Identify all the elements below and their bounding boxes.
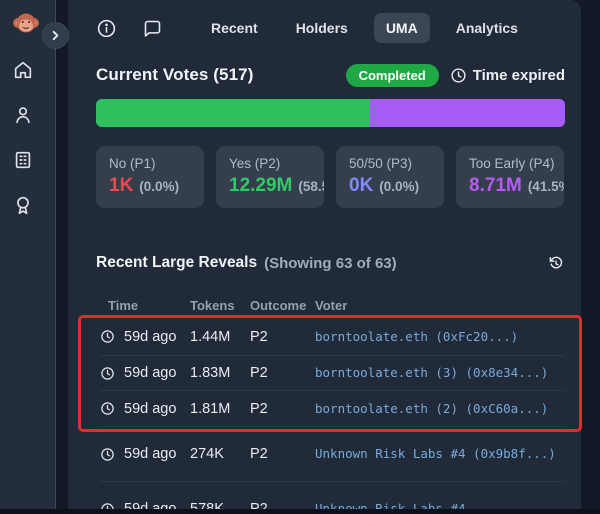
col-voter: Voter [315, 298, 565, 313]
card-value: 8.71M [469, 175, 522, 197]
main-panel: Recent Holders UMA Analytics Current Vot… [68, 0, 581, 509]
card-percent: (41.5%) [528, 179, 564, 194]
col-tokens: Tokens [190, 298, 250, 313]
tab-holders[interactable]: Holders [284, 13, 360, 43]
cell-outcome: P2 [250, 501, 315, 509]
tab-analytics[interactable]: Analytics [444, 13, 530, 43]
current-votes-title: Current Votes (517) [96, 65, 253, 85]
building-icon[interactable] [12, 149, 34, 171]
progress-segment-green [96, 99, 370, 127]
table-row: 59d ago 1.83M P2 borntoolate.eth (3) (0x… [100, 356, 565, 391]
window-bottom-edge [0, 509, 600, 514]
cell-voter-link[interactable]: borntoolate.eth (2) (0xC60a...) [315, 400, 557, 418]
card-percent: (0.0%) [139, 179, 179, 194]
table-row: 59d ago 1.81M P2 borntoolate.eth (2) (0x… [100, 391, 565, 427]
cell-outcome: P2 [250, 329, 315, 345]
cell-tokens: 1.83M [190, 365, 250, 381]
card-too-early-p4: Too Early (P4) 8.71M (41.5%) [456, 146, 564, 208]
table-row: 59d ago 578K P2 Unknown Risk Labs #4 [100, 482, 565, 509]
card-label: Too Early (P4) [469, 156, 551, 171]
col-time: Time [100, 298, 190, 313]
cell-tokens: 274K [190, 446, 250, 462]
cell-time-text: 59d ago [124, 501, 176, 509]
history-icon[interactable] [547, 254, 565, 272]
cell-time-text: 59d ago [124, 365, 176, 381]
info-icon[interactable] [96, 18, 117, 39]
cell-outcome: P2 [250, 446, 315, 462]
card-label: No (P1) [109, 156, 191, 171]
user-icon[interactable] [12, 104, 34, 126]
cell-outcome: P2 [250, 401, 315, 417]
cell-time-text: 59d ago [124, 446, 176, 462]
progress-segment-purple [370, 99, 565, 127]
table-row: 59d ago 274K P2 Unknown Risk Labs #4 (0x… [100, 427, 565, 482]
cell-voter-link[interactable]: Unknown Risk Labs #4 [315, 500, 557, 509]
card-no-p1: No (P1) 1K (0.0%) [96, 146, 204, 208]
reveals-title: Recent Large Reveals [96, 254, 257, 272]
card-value: 12.29M [229, 175, 292, 197]
card-label: Yes (P2) [229, 156, 311, 171]
clock-icon [100, 447, 115, 462]
vote-status: Completed Time expired [346, 64, 565, 87]
table-header: Time Tokens Outcome Voter [100, 292, 565, 318]
card-5050-p3: 50/50 (P3) 0K (0.0%) [336, 146, 444, 208]
clock-icon [100, 329, 115, 344]
clock-icon [100, 502, 115, 510]
cell-tokens: 1.44M [190, 329, 250, 345]
tab-recent[interactable]: Recent [199, 13, 270, 43]
col-outcome: Outcome [250, 298, 315, 313]
sidebar [0, 0, 56, 514]
cell-outcome: P2 [250, 365, 315, 381]
card-label: 50/50 (P3) [349, 156, 431, 171]
cell-voter-link[interactable]: borntoolate.eth (0xFc20...) [315, 328, 557, 346]
reveals-count: (Showing 63 of 63) [264, 255, 397, 272]
current-votes-header: Current Votes (517) Completed Time expir… [96, 61, 565, 89]
cell-tokens: 578K [190, 501, 250, 509]
monkey-avatar[interactable] [13, 11, 39, 37]
award-icon[interactable] [12, 194, 34, 216]
reveals-header: Recent Large Reveals (Showing 63 of 63) [96, 254, 565, 272]
card-percent: (0.0%) [379, 179, 419, 194]
status-badge: Completed [346, 64, 439, 87]
time-expired-label: Time expired [473, 67, 565, 84]
home-icon[interactable] [12, 59, 34, 81]
top-nav: Recent Holders UMA Analytics [96, 13, 544, 43]
cell-voter-link[interactable]: Unknown Risk Labs #4 (0x9b8f...) [315, 445, 557, 463]
clock-icon [450, 67, 467, 84]
chat-icon[interactable] [142, 18, 163, 39]
table-row: 59d ago 1.44M P2 borntoolate.eth (0xFc20… [100, 318, 565, 356]
cell-tokens: 1.81M [190, 401, 250, 417]
clock-icon [100, 401, 115, 416]
card-yes-p2: Yes (P2) 12.29M (58.5%) [216, 146, 324, 208]
cell-time-text: 59d ago [124, 329, 176, 345]
clock-icon [100, 366, 115, 381]
tab-bar: Recent Holders UMA Analytics [199, 13, 544, 43]
vote-progress-bar [96, 99, 565, 127]
reveals-table: Time Tokens Outcome Voter 59d ago 1.44M … [100, 292, 565, 509]
card-percent: (58.5%) [298, 179, 324, 194]
card-value: 0K [349, 175, 373, 197]
sidebar-expand-button[interactable] [42, 22, 69, 49]
vote-result-cards: No (P1) 1K (0.0%) Yes (P2) 12.29M (58.5%… [96, 146, 568, 208]
card-value: 1K [109, 175, 133, 197]
tab-uma[interactable]: UMA [374, 13, 430, 43]
cell-voter-link[interactable]: borntoolate.eth (3) (0x8e34...) [315, 364, 557, 382]
cell-time-text: 59d ago [124, 401, 176, 417]
